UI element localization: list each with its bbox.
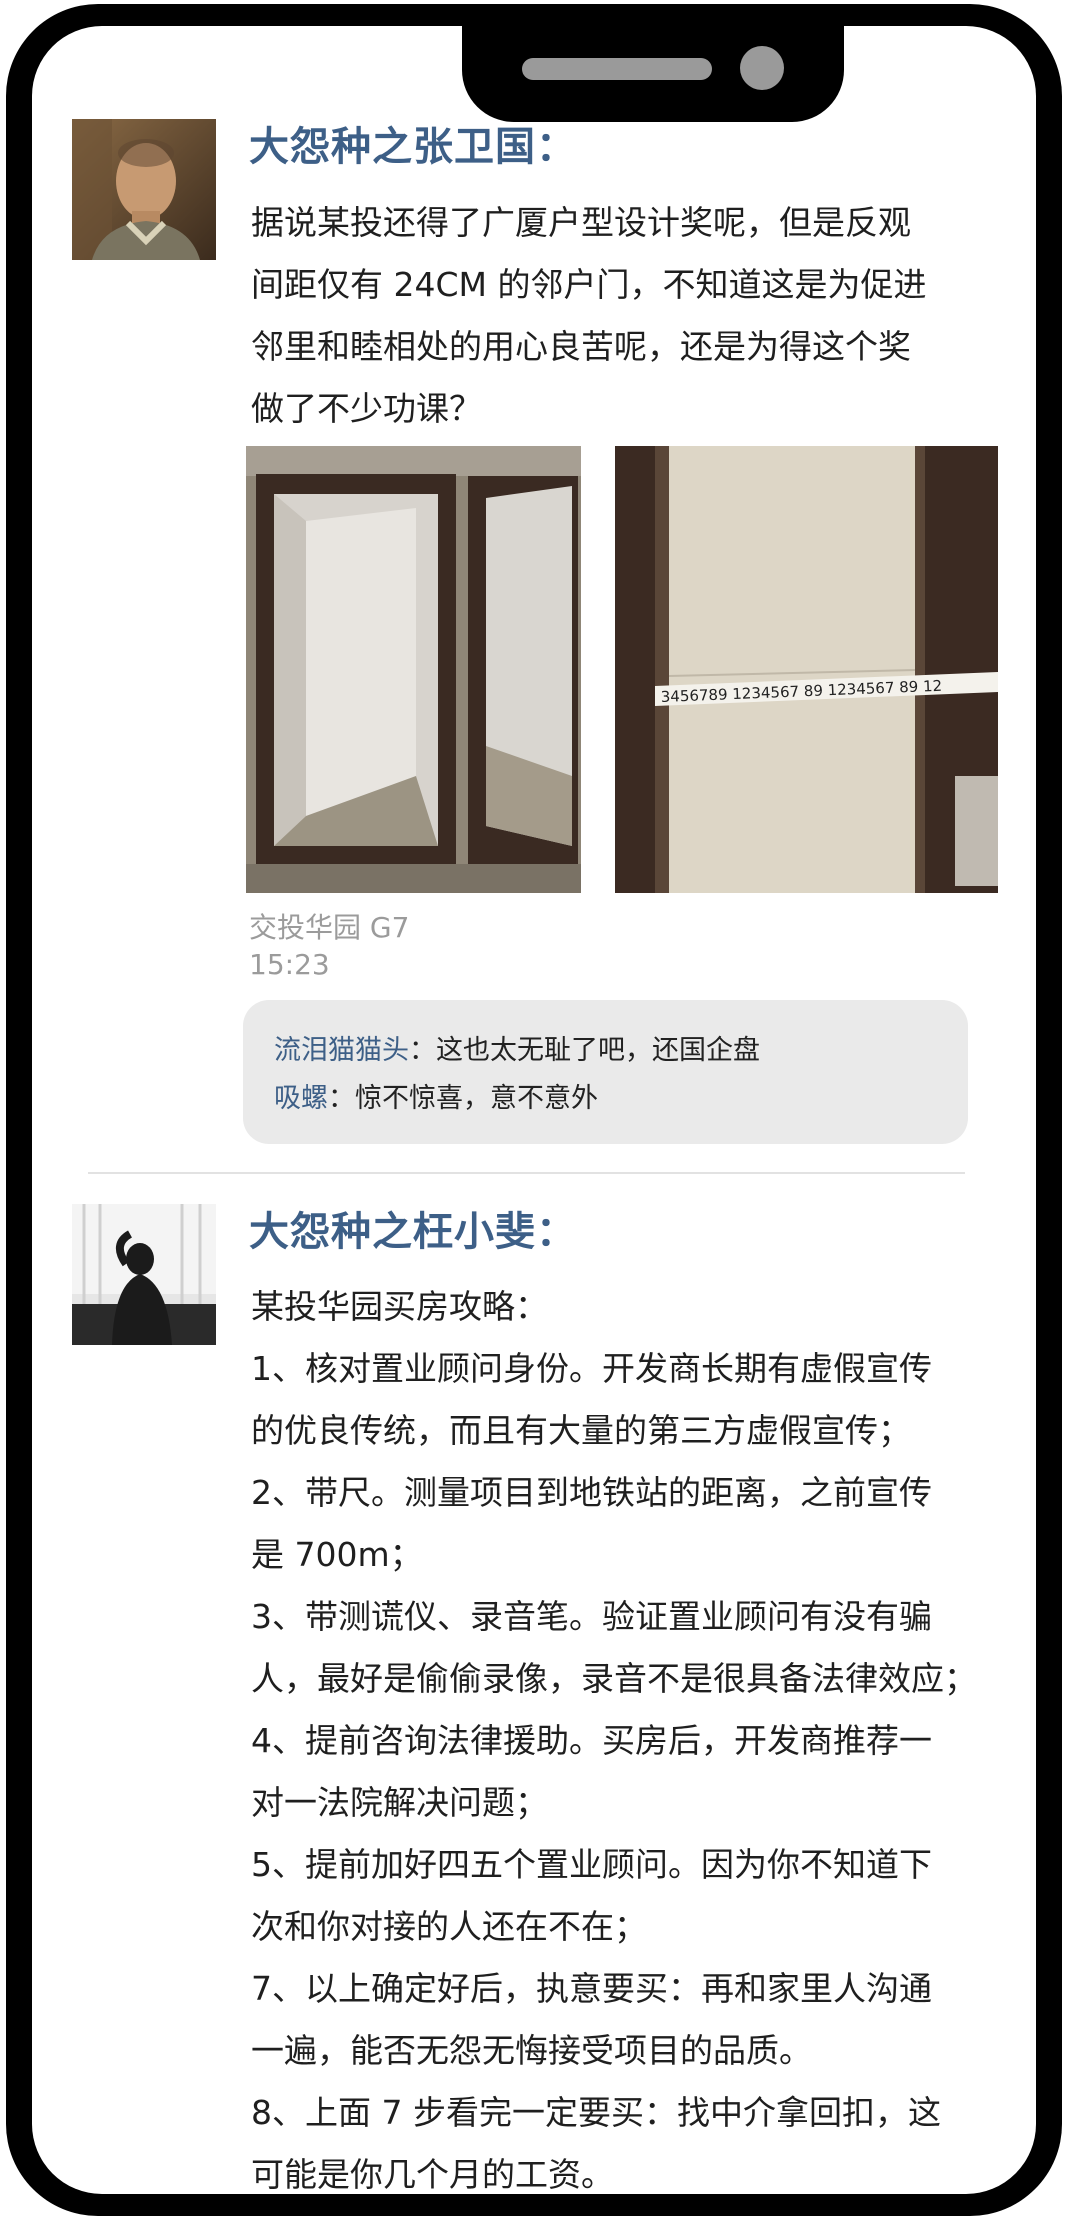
post-line: 间距仅有 24CM 的邻户门，不知道这是为促进 xyxy=(251,265,927,304)
comment-item: 流泪猫猫头：这也太无耻了吧，还国企盘 xyxy=(274,1027,968,1075)
comment-separator: ： xyxy=(409,1035,436,1066)
post-line: 次和你对接的人还在不在； xyxy=(251,1907,647,1946)
post-line: 的优良传统，而且有大量的第三方虚假宣传； xyxy=(251,1411,911,1450)
post-body: 某投华园买房攻略： 1、核对置业顾问身份。开发商长期有虚假宣传 的优良传统，而且… xyxy=(251,1276,1041,2206)
phone-notch xyxy=(462,26,844,122)
post-divider xyxy=(88,1172,965,1174)
comment-separator: ： xyxy=(328,1083,355,1114)
post-line: 4、提前咨询法律援助。买房后，开发商推荐一 xyxy=(251,1721,932,1760)
post-line: 1、核对置业顾问身份。开发商长期有虚假宣传 xyxy=(251,1349,932,1388)
comment-author[interactable]: 流泪猫猫头 xyxy=(274,1035,409,1066)
post-line: 8、上面 7 步看完一定要买：找中介拿回扣，这 xyxy=(251,2093,941,2132)
post-body: 据说某投还得了广厦户型设计奖呢，但是反观 间距仅有 24CM 的邻户门，不知道这… xyxy=(251,192,1011,440)
post-line: 某投华园买房攻略： xyxy=(251,1287,548,1326)
post-line: 可能是你几个月的工资。 xyxy=(251,2155,614,2194)
post-line: 据说某投还得了广厦户型设计奖呢，但是反观 xyxy=(251,203,911,242)
post-line: 5、提前加好四五个置业顾问。因为你不知道下 xyxy=(251,1845,932,1884)
post-line: 邻里和睦相处的用心良苦呢，还是为得这个奖 xyxy=(251,327,911,366)
post-line: 2、带尺。测量项目到地铁站的距离，之前宣传 xyxy=(251,1473,932,1512)
post-location[interactable]: 交投华园 G7 xyxy=(249,906,409,946)
post-author-name[interactable]: 大怨种之张卫国： xyxy=(249,114,577,172)
speaker-grille xyxy=(522,58,712,80)
post-line: 做了不少功课？ xyxy=(251,389,482,428)
comment-item: 吸螺：惊不惊喜，意不意外 xyxy=(274,1075,968,1123)
post-line: 是 700m； xyxy=(251,1535,423,1574)
comments-box: 流泪猫猫头：这也太无耻了吧，还国企盘 吸螺：惊不惊喜，意不意外 xyxy=(243,1000,968,1144)
post-photo-tape-measure[interactable]: 3456789 1234567 89 1234567 89 12 xyxy=(615,446,998,893)
front-camera xyxy=(740,46,784,90)
post-line: 3、带测谎仪、录音笔。验证置业顾问有没有骗 xyxy=(251,1597,932,1636)
comment-text: 惊不惊喜，意不意外 xyxy=(355,1083,598,1114)
comment-author[interactable]: 吸螺 xyxy=(274,1083,328,1114)
post-line: 人，最好是偷偷录像，录音不是很具备法律效应； xyxy=(251,1659,977,1698)
post-line: 对一法院解决问题； xyxy=(251,1783,548,1822)
post-line: 7、以上确定好后，执意要买：再和家里人沟通 xyxy=(251,1969,932,2008)
post-timestamp: 15:23 xyxy=(249,948,330,981)
avatar-user-1[interactable] xyxy=(72,119,216,260)
post-author-name[interactable]: 大怨种之枉小斐： xyxy=(249,1199,577,1257)
post-photo-doors[interactable] xyxy=(246,446,581,893)
avatar-user-2[interactable] xyxy=(72,1204,216,1345)
post-line: 一遍，能否无怨无悔接受项目的品质。 xyxy=(251,2031,812,2070)
comment-text: 这也太无耻了吧，还国企盘 xyxy=(436,1035,760,1066)
